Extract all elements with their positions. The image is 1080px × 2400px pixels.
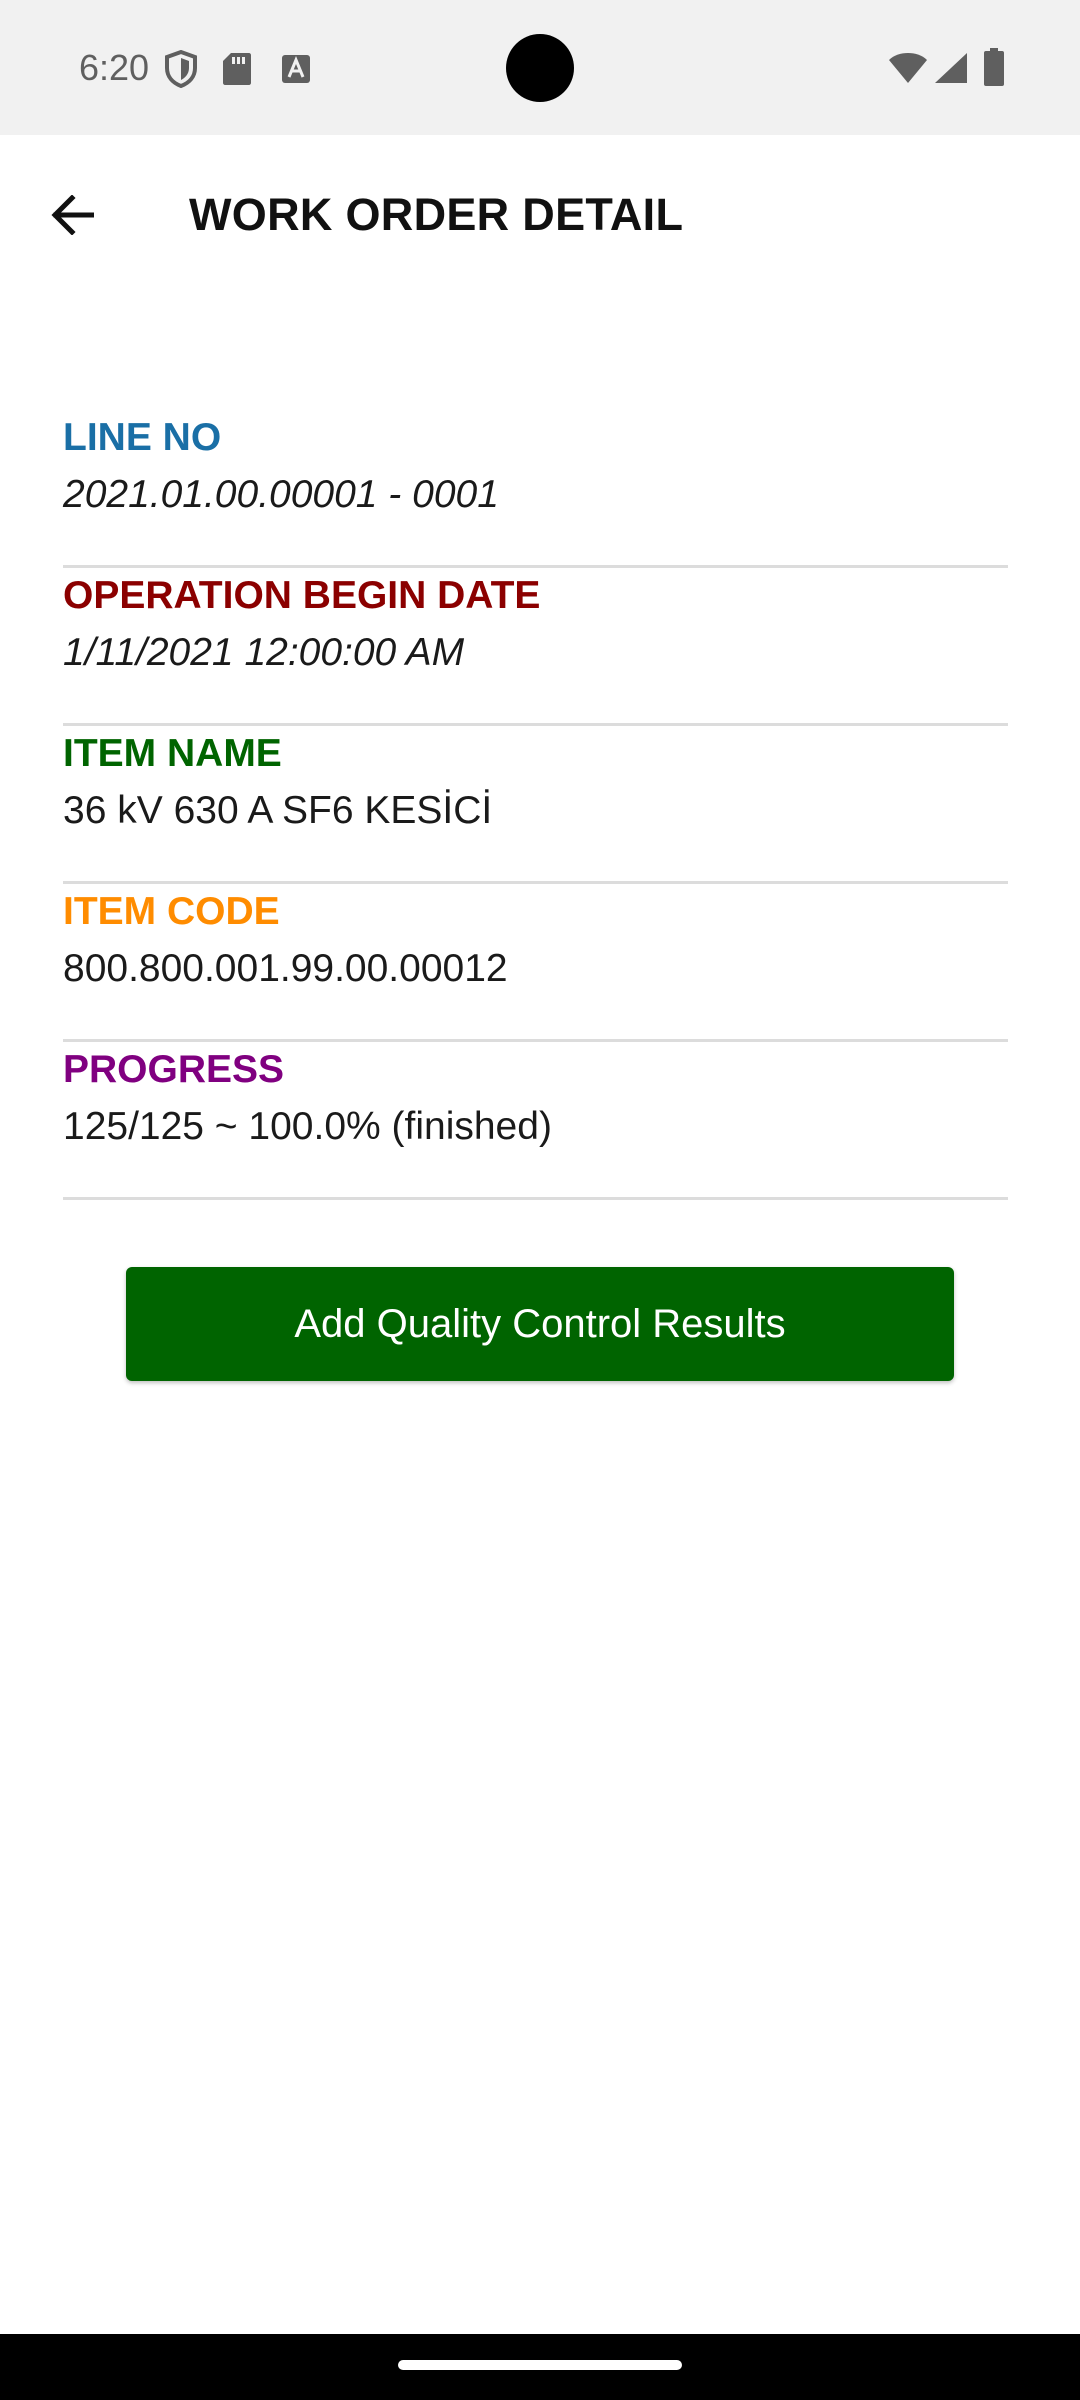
detail-label: PROGRESS — [63, 1048, 285, 1091]
battery-icon — [984, 48, 1004, 91]
detail-value: 125/125 ~ 100.0% (finished) — [63, 1105, 552, 1148]
font-icon — [281, 54, 311, 89]
sd-card-icon — [222, 52, 252, 91]
detail-list: LINE NO 2021.01.00.00001 - 0001 OPERATIO… — [63, 410, 1008, 1200]
detail-item-line-no: LINE NO 2021.01.00.00001 - 0001 — [63, 410, 1008, 568]
page-title: WORK ORDER DETAIL — [189, 189, 684, 240]
detail-value: 2021.01.00.00001 - 0001 — [63, 473, 499, 516]
detail-value: 800.800.001.99.00.00012 — [63, 947, 508, 990]
detail-label: ITEM NAME — [63, 732, 282, 775]
camera-cutout — [506, 34, 574, 102]
detail-item-item-code: ITEM CODE 800.800.001.99.00.00012 — [63, 884, 1008, 1042]
shield-icon — [164, 49, 198, 93]
add-quality-control-results-button[interactable]: Add Quality Control Results — [126, 1267, 954, 1381]
detail-label: OPERATION BEGIN DATE — [63, 574, 541, 617]
detail-label: ITEM CODE — [63, 890, 280, 933]
wifi-icon — [888, 52, 928, 89]
arrow-back-icon — [50, 193, 95, 240]
detail-item-item-name: ITEM NAME 36 kV 630 A SF6 KESİCİ — [63, 726, 1008, 884]
detail-item-progress: PROGRESS 125/125 ~ 100.0% (finished) — [63, 1042, 1008, 1200]
back-button[interactable] — [30, 175, 114, 259]
app-bar: WORK ORDER DETAIL — [0, 135, 1080, 285]
home-gesture-handle[interactable] — [398, 2360, 682, 2370]
detail-value: 1/11/2021 12:00:00 AM — [63, 631, 465, 674]
status-bar: 6:20 — [0, 0, 1080, 135]
status-time: 6:20 — [79, 47, 150, 88]
detail-value: 36 kV 630 A SF6 KESİCİ — [63, 789, 493, 832]
detail-item-operation-begin-date: OPERATION BEGIN DATE 1/11/2021 12:00:00 … — [63, 568, 1008, 726]
detail-label: LINE NO — [63, 416, 222, 459]
signal-icon — [934, 52, 968, 89]
navigation-bar — [0, 2334, 1080, 2400]
